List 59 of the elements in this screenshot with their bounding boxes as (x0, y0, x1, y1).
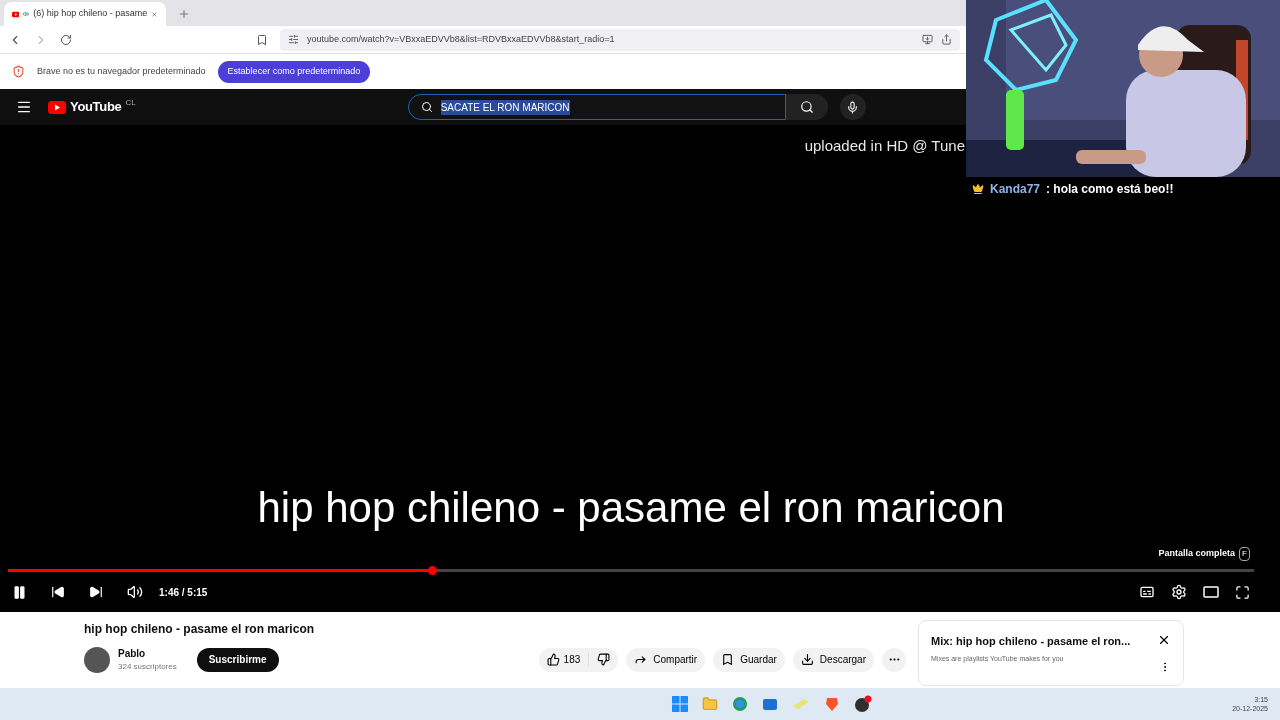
microphone-icon (846, 100, 860, 114)
url-text: youtube.com/watch?v=VBxxaEDVVb8&list=RDVBxxaEDVVb8&start_radio=1 (307, 32, 616, 46)
download-icon (800, 653, 814, 666)
scrubber-handle[interactable] (427, 566, 437, 575)
start-icon[interactable] (672, 696, 689, 712)
install-icon[interactable] (922, 34, 933, 45)
tab-title: (6) hip hop chileno - pasame (33, 7, 148, 21)
fullscreen-icon[interactable] (1235, 584, 1250, 600)
settings-icon[interactable] (1171, 584, 1187, 600)
video-credit-text: uploaded in HD @ Tune (804, 136, 965, 156)
speaker-icon (23, 9, 30, 19)
captions-icon[interactable] (1139, 584, 1155, 600)
bookmark-icon[interactable] (256, 33, 268, 46)
share-icon (634, 653, 648, 666)
mix-title[interactable]: Mix: hip hop chileno - pasame el ron... (931, 633, 1157, 650)
thumbs-up-icon (546, 653, 560, 666)
app-icon[interactable] (762, 696, 779, 712)
address-field[interactable]: youtube.com/watch?v=VBxxaEDVVb8&list=RDVBxxaEDVVb8&start_radio=1 (280, 28, 960, 51)
pause-icon[interactable] (12, 584, 27, 600)
info-message: Brave no es tu navegador predeterminado (37, 64, 206, 78)
progress-track[interactable] (8, 569, 1254, 572)
site-settings-icon[interactable] (288, 34, 299, 45)
next-icon[interactable] (89, 585, 103, 599)
crown-icon (972, 183, 984, 195)
set-default-button[interactable]: Establecer como predeterminado (217, 60, 371, 83)
time-display: 1:46 / 5:15 (159, 585, 208, 600)
subscribe-button[interactable]: Suscribirme (196, 647, 279, 672)
theater-mode-icon[interactable] (1203, 586, 1219, 598)
browser-tab[interactable]: (6) hip hop chileno - pasame (4, 2, 166, 26)
recorder-icon[interactable] (854, 695, 873, 713)
share-icon[interactable] (941, 34, 952, 45)
search-button[interactable] (785, 94, 828, 120)
action-button[interactable]: Descargar (792, 647, 874, 672)
youtube-icon (12, 9, 20, 19)
browser-icon[interactable] (732, 696, 749, 712)
video-title: hip hop chileno - pasame el ron maricon (84, 621, 316, 638)
search-icon (420, 101, 433, 113)
volume-icon[interactable] (127, 584, 143, 600)
play-logo-icon (48, 100, 66, 114)
youtube-logo[interactable]: YouTube CL (48, 97, 136, 117)
action-button[interactable]: Guardar (713, 647, 785, 672)
reload-icon[interactable] (60, 33, 72, 46)
menu-icon[interactable] (16, 99, 32, 115)
channel-name[interactable]: Pablo (118, 646, 177, 661)
close-icon[interactable] (1157, 633, 1171, 647)
action-button[interactable]: Compartir (626, 647, 706, 672)
search-field[interactable]: SACATE EL RON MARICON (407, 94, 786, 120)
voice-search-button[interactable] (839, 94, 866, 120)
video-overlay-title: hip hop chileno - pasame el ron maricon (257, 483, 1005, 533)
bookmark-icon (721, 653, 735, 666)
more-button[interactable] (882, 647, 906, 672)
tooltip: Pantalla completa F (1158, 547, 1250, 561)
chat-message: Kanda77 : hola como está beo!! (972, 180, 1174, 198)
search-icon (799, 100, 814, 114)
thumbs-down-icon (597, 653, 611, 666)
subscriber-count: 324 suscriptores (118, 661, 177, 673)
previous-icon[interactable] (51, 585, 65, 599)
shield-icon (12, 65, 25, 78)
channel-avatar[interactable] (84, 646, 110, 673)
